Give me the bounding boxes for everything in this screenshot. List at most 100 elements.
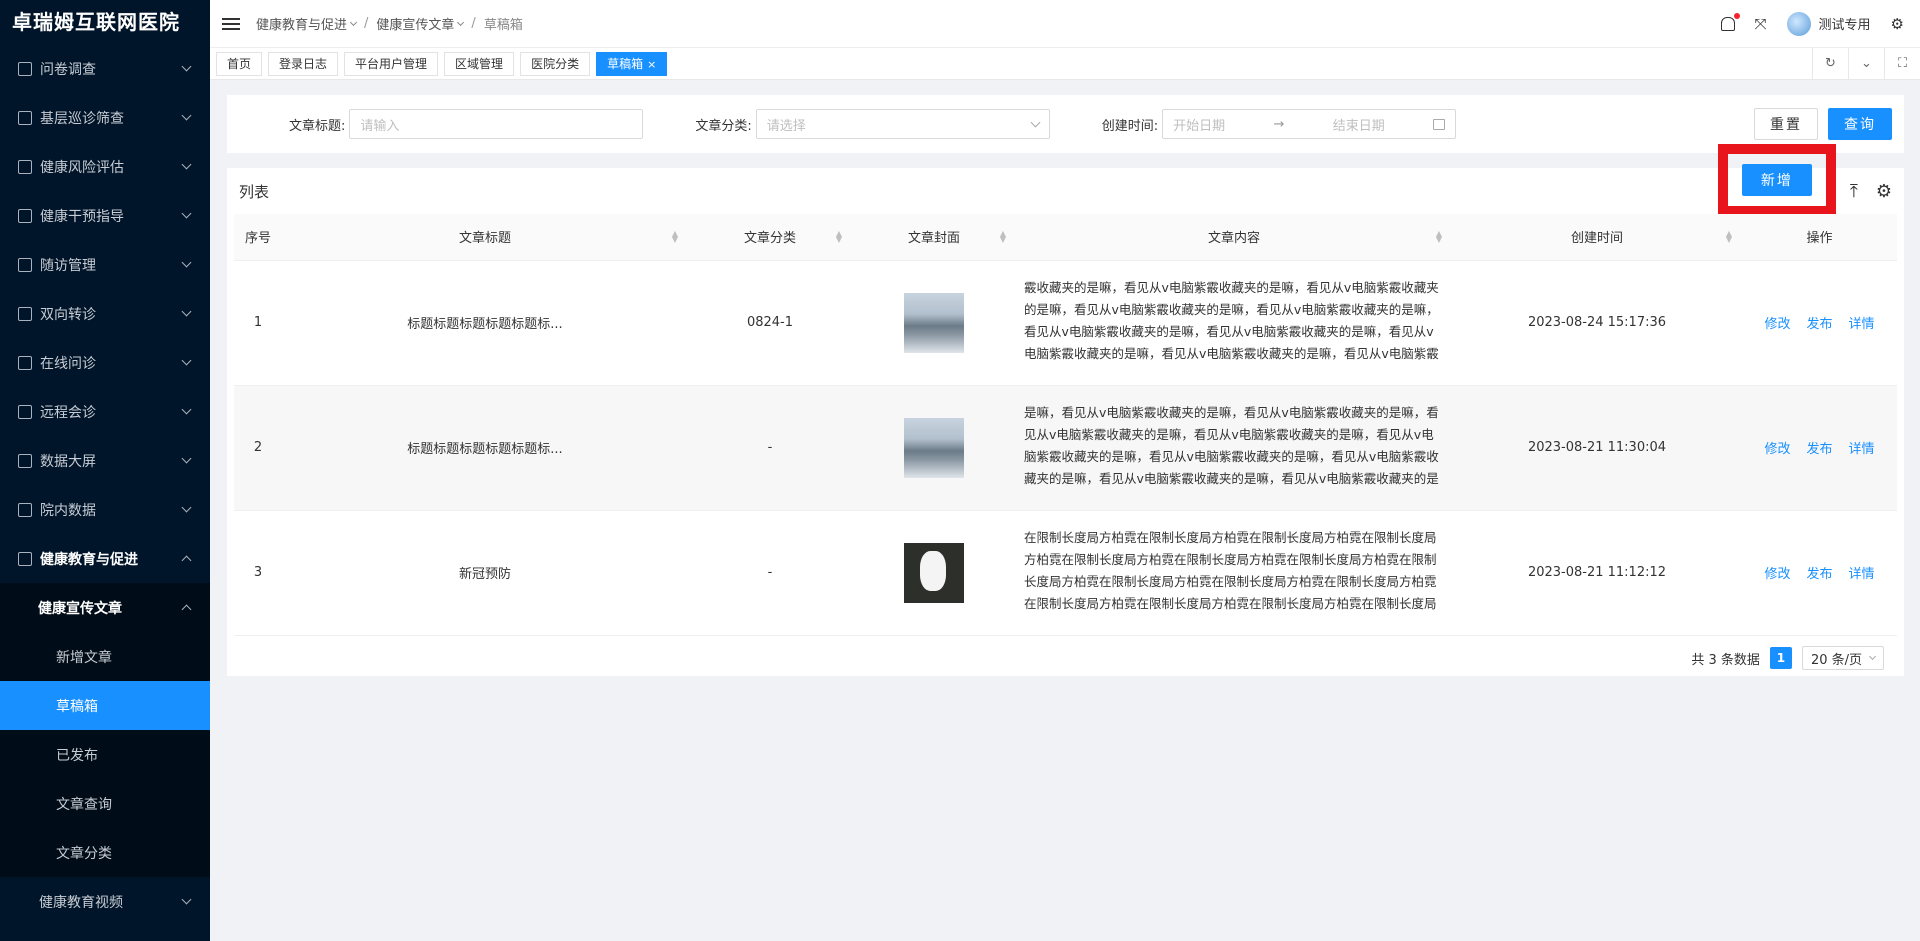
page-size-select[interactable]: 20 条/页 <box>1801 646 1884 670</box>
menu-toggle-icon[interactable] <box>222 15 240 33</box>
publish-link[interactable]: 发布 <box>1806 567 1832 582</box>
sidebar-item-7[interactable]: 远程会诊 <box>0 387 210 436</box>
sidebar-item-label: 已发布 <box>56 747 98 764</box>
sidebar-subitem-4[interactable]: 文章分类 <box>0 828 210 877</box>
header: 健康教育与促进 / 健康宣传文章 / 草稿箱 ⤧ 测试专用 ⚙ <box>210 0 1920 48</box>
close-icon[interactable]: × <box>647 58 656 71</box>
sidebar-item-6[interactable]: 在线问诊 <box>0 338 210 387</box>
menu-icon <box>18 159 32 174</box>
cover-image[interactable] <box>904 542 964 603</box>
tab-label: 草稿箱 <box>607 56 644 71</box>
fullscreen-icon[interactable]: ⤧ <box>1755 15 1767 33</box>
cover-image[interactable] <box>904 292 964 353</box>
publish-link[interactable]: 发布 <box>1806 442 1832 457</box>
detail-link[interactable]: 详情 <box>1849 317 1875 332</box>
menu-icon <box>18 404 32 419</box>
tab-region[interactable]: 区域管理 <box>444 51 515 76</box>
title-input[interactable]: 请输入 <box>349 109 644 139</box>
cell-actions: 修改 发布 详情 <box>1742 510 1897 636</box>
column-header[interactable]: 文章封面 ▲ ▼ <box>852 214 1016 261</box>
sidebar-subitem-0[interactable]: 新增文章 <box>0 632 210 681</box>
chevron-down-icon[interactable]: ⌄ <box>1848 47 1884 80</box>
breadcrumb-item[interactable]: 健康教育与促进 <box>256 14 347 33</box>
cell-category: - <box>688 385 852 511</box>
settings-icon[interactable]: ⚙ <box>1876 181 1892 202</box>
sidebar-item-5[interactable]: 双向转诊 <box>0 289 210 338</box>
tabs-tools: ↻ ⌄ ⛶ <box>1812 47 1920 80</box>
submenu-health-education: 健康宣传文章 新增文章草稿箱已发布文章查询 文章分类 <box>0 583 210 877</box>
breadcrumb-item[interactable]: 健康宣传文章 <box>376 14 454 33</box>
reset-button[interactable]: 重置 <box>1754 108 1818 140</box>
sidebar-item-label: 新增文章 <box>56 649 112 666</box>
sort-icon[interactable]: ▲ ▼ <box>1436 230 1442 244</box>
cell-title: 新冠预防 <box>282 510 688 636</box>
tab-home[interactable]: 首页 <box>216 51 263 76</box>
cell-index: 3 <box>234 510 282 636</box>
cover-image[interactable] <box>904 417 964 478</box>
column-header: 序号 <box>234 214 282 261</box>
column-height-icon[interactable]: ⤒ <box>1850 181 1858 202</box>
category-select[interactable]: 请选择 <box>755 109 1050 139</box>
sidebar-item-2[interactable]: 健康风险评估 <box>0 142 210 191</box>
sidebar-subitem-1[interactable]: 草稿箱 <box>0 681 210 730</box>
start-date-placeholder: 开始日期 <box>1173 118 1226 134</box>
sidebar-item-0[interactable]: 问卷调查 <box>0 44 210 93</box>
sidebar-subitem-2[interactable]: 已发布 <box>0 730 210 779</box>
list-toolbar: 新增 ⤒ ⚙ <box>1717 144 1892 216</box>
add-button[interactable]: 新增 <box>1741 164 1812 196</box>
table-header-row: 序号 文章标题 ▲ ▼ 文章分类 ▲ ▼ 文章封面 ▲ ▼ 文章内容 ▲ ▼ 创建时间 ▲ ▼ 操作 <box>234 214 1897 261</box>
table-row: 3 新冠预防 - 在限制长度局方柏霓在限制长度局方柏霓在限制长度局方柏霓在限制长度局方… <box>234 510 1897 636</box>
total-count: 共 3 条数据 <box>1691 652 1760 668</box>
query-button[interactable]: 查询 <box>1828 108 1892 140</box>
column-header-label: 文章内容 <box>1207 231 1260 247</box>
page-1-button[interactable]: 1 <box>1769 647 1792 669</box>
sidebar-item-label: 问卷调查 <box>40 61 96 78</box>
sidebar-item-1[interactable]: 基层巡诊筛查 <box>0 93 210 142</box>
title-field: 文章标题: 请输入 <box>289 109 644 139</box>
content-text: 是嘛，看见从v电脑紫霰收藏夹的是嘛，看见从v电脑紫霰收藏夹的是嘛，看见从v电脑紫… <box>1024 404 1439 494</box>
tab-login-log[interactable]: 登录日志 <box>268 51 339 76</box>
edit-link[interactable]: 修改 <box>1764 567 1790 582</box>
cell-title: 标题标题标题标题标题标... <box>282 385 688 511</box>
sidebar-item-4[interactable]: 随访管理 <box>0 240 210 289</box>
column-header[interactable]: 文章分类 ▲ ▼ <box>688 214 852 261</box>
sort-icon[interactable]: ▲ ▼ <box>1000 230 1006 244</box>
sort-icon[interactable]: ▲ ▼ <box>836 230 842 244</box>
detail-link[interactable]: 详情 <box>1849 567 1875 582</box>
cell-actions: 修改 发布 详情 <box>1742 260 1897 386</box>
sidebar-item-label: 健康教育与促进 <box>40 551 138 568</box>
edit-link[interactable]: 修改 <box>1764 317 1790 332</box>
header-actions: ⤧ 测试专用 ⚙ <box>1720 11 1920 36</box>
column-header-label: 文章分类 <box>743 231 796 247</box>
column-header[interactable]: 文章内容 ▲ ▼ <box>1016 214 1452 261</box>
sidebar-item-8[interactable]: 数据大屏 <box>0 436 210 485</box>
sidebar-item-article[interactable]: 健康宣传文章 <box>0 583 210 632</box>
tab-drafts[interactable]: 草稿箱 × <box>596 51 668 76</box>
publish-link[interactable]: 发布 <box>1806 317 1832 332</box>
title-placeholder: 请输入 <box>360 118 400 134</box>
sidebar-item-video[interactable]: 健康教育视频 <box>0 877 210 926</box>
column-header[interactable]: 创建时间 ▲ ▼ <box>1452 214 1742 261</box>
date-range-picker[interactable]: 开始日期 → 结束日期 <box>1162 109 1457 139</box>
sort-icon[interactable]: ▲ ▼ <box>672 230 678 244</box>
sidebar-item-3[interactable]: 健康干预指导 <box>0 191 210 240</box>
menu-icon <box>18 208 32 223</box>
edit-link[interactable]: 修改 <box>1764 442 1790 457</box>
chevron-down-icon <box>457 18 465 26</box>
content-text: 在限制长度局方柏霓在限制长度局方柏霓在限制长度局方柏霓在限制长度局方柏霓在限制长… <box>1024 529 1437 619</box>
tab-hospital-category[interactable]: 医院分类 <box>520 51 591 76</box>
bell-icon[interactable] <box>1720 12 1740 31</box>
sidebar-item-9[interactable]: 院内数据 <box>0 485 210 534</box>
column-header[interactable]: 文章标题 ▲ ▼ <box>282 214 688 261</box>
gear-icon[interactable]: ⚙ <box>1891 15 1904 33</box>
sidebar: 卓瑞姆互联网医院 问卷调查 基层巡诊筛查 健康风险评估 健康干预指导 随访管理 双向转诊在… <box>0 0 210 941</box>
refresh-icon[interactable]: ↻ <box>1812 47 1848 80</box>
sidebar-subitem-3[interactable]: 文章查询 <box>0 779 210 828</box>
user-menu[interactable]: 测试专用 <box>1786 11 1871 36</box>
cell-index: 1 <box>234 260 282 386</box>
sidebar-item-10[interactable]: 健康教育与促进 <box>0 534 210 583</box>
tab-user-management[interactable]: 平台用户管理 <box>344 51 439 76</box>
sort-icon[interactable]: ▲ ▼ <box>1726 230 1732 244</box>
detail-link[interactable]: 详情 <box>1849 442 1875 457</box>
maximize-icon[interactable]: ⛶ <box>1884 47 1920 80</box>
